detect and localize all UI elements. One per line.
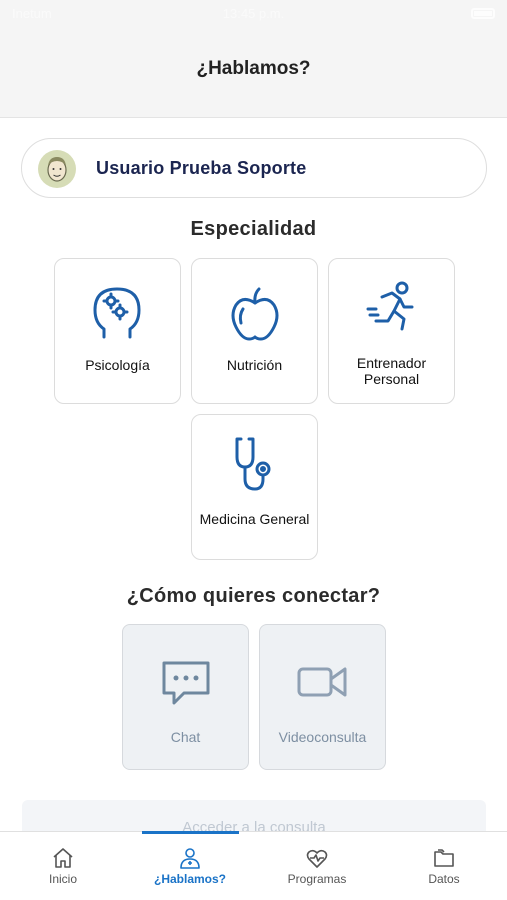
- home-icon: [0, 846, 126, 870]
- connection-section-title: ¿Cómo quieres conectar?: [126, 585, 381, 607]
- video-camera-icon: [260, 657, 385, 713]
- tab-label: Inicio: [48, 872, 77, 886]
- connection-option-label: Videoconsulta: [278, 729, 367, 745]
- user-name: Usuario Prueba Soporte: [96, 158, 307, 178]
- user-face-icon: [38, 150, 76, 188]
- connection-option-label: Chat: [170, 729, 201, 745]
- heart-pulse-icon: [254, 846, 380, 870]
- active-tab-indicator: [142, 831, 239, 834]
- page-title: ¿Hablamos?: [196, 58, 311, 79]
- tab-label: ¿Hablamos?: [153, 872, 226, 886]
- status-bar: Inetum 13:45 p.m.: [0, 0, 507, 28]
- battery-icon: [471, 8, 495, 19]
- specialty-card-nutrition[interactable]: Nutrición: [191, 258, 318, 404]
- specialty-label: Entrenador Personal: [356, 355, 427, 387]
- doctor-icon: [127, 846, 253, 870]
- tab-inicio[interactable]: Inicio: [0, 832, 126, 900]
- user-selector[interactable]: Usuario Prueba Soporte: [21, 138, 487, 198]
- tab-programas[interactable]: Programas: [254, 832, 380, 900]
- top-navigation-bar: ¿Hablamos?: [0, 28, 507, 118]
- apple-icon: [192, 283, 317, 349]
- chat-bubble-icon: [123, 657, 248, 713]
- tab-hablamos[interactable]: ¿Hablamos?: [127, 832, 253, 900]
- specialty-label: Nutrición: [226, 357, 283, 373]
- specialty-card-psychology[interactable]: Psicología: [54, 258, 181, 404]
- specialty-label: Psicología: [85, 357, 150, 373]
- specialty-section-title: Especialidad: [190, 218, 317, 240]
- tab-label: Programas: [287, 872, 347, 886]
- connection-option-video[interactable]: Videoconsulta: [259, 624, 386, 770]
- folder-icon: [381, 846, 507, 870]
- runner-icon: [329, 279, 454, 345]
- connection-option-chat[interactable]: Chat: [122, 624, 249, 770]
- tab-label: Datos: [428, 872, 460, 886]
- stethoscope-icon: [192, 435, 317, 501]
- clock: 13:45 p.m.: [222, 6, 285, 21]
- specialty-label: Medicina General: [199, 511, 310, 527]
- brain-gears-icon: [55, 283, 180, 349]
- tab-datos[interactable]: Datos: [381, 832, 507, 900]
- bottom-tab-bar: Inicio ¿Hablamos? Programas Datos: [0, 831, 507, 900]
- specialty-card-personal-trainer[interactable]: Entrenador Personal: [328, 258, 455, 404]
- specialty-card-general-medicine[interactable]: Medicina General: [191, 414, 318, 560]
